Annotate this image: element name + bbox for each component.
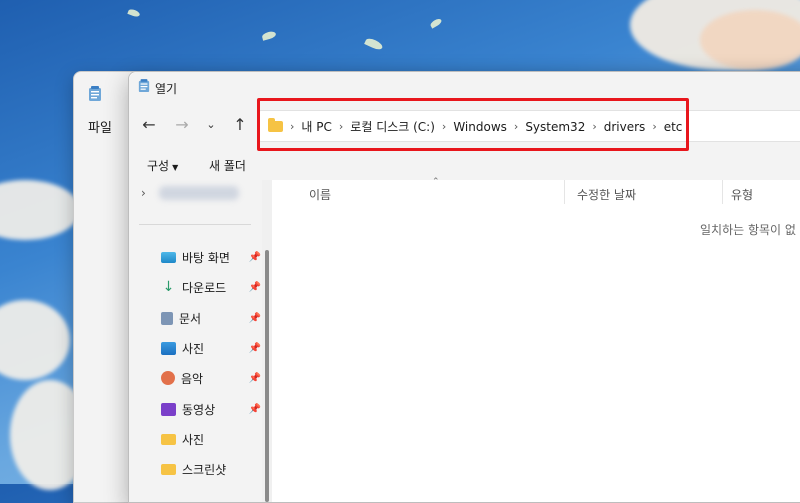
column-header-modified[interactable]: 수정한 날짜 (577, 186, 636, 203)
nav-item-label: 음악 (181, 371, 204, 386)
pin-icon: 📌 (248, 342, 261, 354)
column-divider[interactable] (564, 180, 565, 204)
wallpaper-petal (261, 30, 277, 41)
download-icon: ↓ (162, 278, 175, 295)
nav-item-music[interactable]: 음악 📌 (161, 368, 261, 388)
column-header-type[interactable]: 유형 (731, 186, 753, 203)
wallpaper-cloud (700, 10, 800, 70)
document-icon (161, 311, 173, 325)
pin-icon: 📌 (248, 403, 261, 415)
wallpaper-petal (429, 17, 443, 29)
nav-scrollbar[interactable] (262, 180, 272, 502)
wallpaper-cloud (0, 300, 70, 380)
folder-icon (161, 433, 176, 445)
organize-label: 구성 (147, 159, 170, 173)
file-list[interactable]: ⌃ 이름 수정한 날짜 유형 일치하는 항목이 없 (272, 177, 800, 502)
nav-divider (139, 224, 251, 225)
nav-item-downloads[interactable]: ↓ 다운로드 📌 (161, 277, 261, 297)
notepad-icon (138, 79, 150, 96)
command-toolbar: 구성 ▼ 새 폴더 (129, 148, 800, 181)
scrollbar-thumb[interactable] (265, 250, 269, 502)
navigation-pane: › 바탕 화면 📌 ↓ 다운로드 📌 문서 📌 사진 📌 음악 📌 동영상 📌 … (129, 180, 262, 502)
nav-item-videos[interactable]: 동영상 📌 (161, 399, 261, 419)
nav-item-label: 동영상 (182, 402, 216, 417)
forward-arrow-icon[interactable]: → (172, 115, 192, 135)
folder-icon (161, 463, 176, 475)
nav-item-label: 다운로드 (182, 280, 227, 295)
nav-item-label: 문서 (179, 311, 202, 326)
highlight-box (257, 98, 689, 151)
nav-item-label: 사진 (182, 341, 205, 356)
menu-file[interactable]: 파일 (88, 117, 112, 136)
music-icon (161, 371, 175, 385)
nav-item-screenshots[interactable]: 스크린샷 (161, 459, 261, 479)
open-dialog[interactable]: 열기 ← → ⌄ ↑ › 내 PC › 로컬 디스크 (C:) › Window… (128, 71, 800, 503)
sort-ascending-icon: ⌃ (432, 177, 440, 187)
wallpaper-petal (127, 8, 141, 18)
pin-icon: 📌 (248, 251, 261, 263)
chevron-right-icon[interactable]: › (141, 186, 146, 200)
pictures-icon (161, 341, 176, 355)
nav-item-folder-pictures[interactable]: 사진 (161, 429, 261, 449)
empty-message: 일치하는 항목이 없 (700, 223, 796, 237)
new-folder-button[interactable]: 새 폴더 (209, 157, 246, 174)
wallpaper-cloud (0, 180, 80, 240)
column-header-name[interactable]: 이름 (309, 186, 331, 203)
nav-item-desktop[interactable]: 바탕 화면 📌 (161, 247, 261, 267)
dialog-title: 열기 (155, 82, 178, 96)
chevron-down-icon[interactable]: ⌄ (201, 115, 221, 135)
caret-down-icon: ▼ (172, 163, 179, 172)
nav-item-pictures[interactable]: 사진 📌 (161, 338, 261, 358)
notepad-icon (88, 86, 102, 105)
nav-item-documents[interactable]: 문서 📌 (161, 308, 261, 328)
back-arrow-icon[interactable]: ← (139, 115, 159, 135)
nav-item-label: 바탕 화면 (182, 250, 230, 265)
up-arrow-icon[interactable]: ↑ (230, 115, 250, 135)
pin-icon: 📌 (248, 281, 261, 293)
organize-button[interactable]: 구성 ▼ (147, 157, 178, 174)
desktop-icon (161, 251, 176, 263)
wallpaper-petal (364, 36, 384, 52)
pin-icon: 📌 (248, 312, 261, 324)
video-icon (161, 402, 176, 416)
column-divider[interactable] (722, 180, 723, 204)
blurred-account-item[interactable] (159, 186, 239, 200)
pin-icon: 📌 (248, 372, 261, 384)
nav-item-label: 스크린샷 (182, 462, 227, 477)
nav-item-label: 사진 (182, 432, 205, 447)
